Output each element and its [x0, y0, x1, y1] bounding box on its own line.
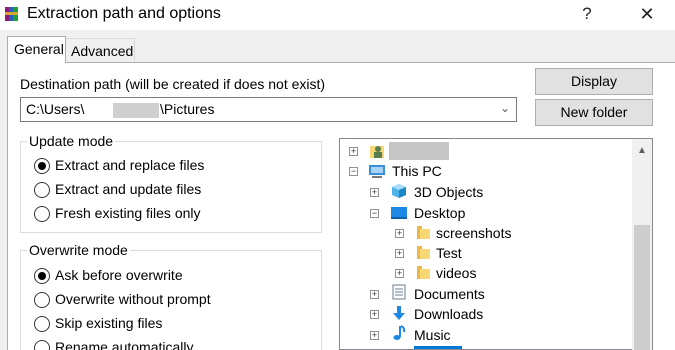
- radio-label: Overwrite without prompt: [55, 291, 211, 307]
- tree-item-label: videos: [436, 265, 477, 281]
- tree-item-label: Documents: [414, 286, 485, 302]
- chevron-down-icon[interactable]: ⌄: [500, 101, 510, 115]
- tree-item-desktop[interactable]: − Desktop: [340, 203, 640, 223]
- destination-path-suffix: \Pictures: [160, 101, 215, 117]
- tab-advanced[interactable]: Advanced: [66, 38, 135, 61]
- tree-item-documents[interactable]: + Documents: [340, 284, 640, 304]
- documents-icon: [392, 284, 406, 300]
- downloads-icon: [393, 306, 405, 320]
- redacted-user-name: [389, 142, 449, 160]
- radio-button-selected[interactable]: [34, 158, 50, 174]
- tree-item-selected[interactable]: [414, 346, 462, 349]
- tree-item-screenshots[interactable]: + screenshots: [340, 223, 640, 243]
- radio-button[interactable]: [34, 182, 50, 198]
- tree-item-label: This PC: [392, 163, 442, 179]
- scroll-thumb[interactable]: [634, 225, 650, 350]
- expand-icon[interactable]: +: [370, 290, 379, 299]
- collapse-icon[interactable]: −: [370, 209, 379, 218]
- radio-label: Extract and update files: [55, 181, 202, 197]
- folder-icon: [417, 266, 430, 279]
- destination-path-label: Destination path (will be created if doe…: [20, 76, 326, 92]
- radio-label: Skip existing files: [55, 315, 163, 331]
- expand-icon[interactable]: +: [395, 269, 404, 278]
- folder-tree[interactable]: + − This PC + 3D Objects − Desktop + scr…: [339, 138, 653, 350]
- radio-button[interactable]: [34, 206, 50, 222]
- expand-icon[interactable]: +: [370, 188, 379, 197]
- tree-item-downloads[interactable]: + Downloads: [340, 304, 640, 324]
- tree-item-3d-objects[interactable]: + 3D Objects: [340, 182, 640, 202]
- scroll-up-icon[interactable]: ▲: [632, 145, 652, 156]
- display-button[interactable]: Display: [535, 68, 653, 95]
- destination-path-prefix: C:\Users\: [26, 101, 85, 117]
- destination-path-combobox[interactable]: C:\Users\ \Pictures ⌄: [20, 97, 517, 122]
- tree-item-label: Downloads: [414, 306, 484, 322]
- tree-item-this-pc[interactable]: − This PC: [340, 161, 640, 181]
- radio-button[interactable]: [34, 292, 50, 308]
- window-title: Extraction path and options: [27, 5, 221, 22]
- desktop-icon: [391, 207, 407, 219]
- redacted-username: [113, 103, 159, 118]
- radio-label: Ask before overwrite: [55, 267, 183, 283]
- tree-item-music[interactable]: + Music: [340, 325, 640, 345]
- tree-item-label: Desktop: [414, 205, 466, 221]
- tree-item-label: Music: [414, 327, 451, 343]
- update-mode-caption: Update mode: [27, 133, 116, 149]
- tree-item-user[interactable]: +: [340, 141, 640, 161]
- 3d-objects-icon: [392, 184, 406, 198]
- folder-icon: [417, 246, 430, 259]
- expand-icon[interactable]: +: [370, 331, 379, 340]
- radio-button[interactable]: [34, 340, 50, 350]
- close-button[interactable]: ✕: [624, 0, 670, 30]
- winrar-app-icon: [5, 7, 18, 21]
- expand-icon[interactable]: +: [349, 147, 358, 156]
- music-icon: [393, 325, 406, 340]
- radio-button[interactable]: [34, 316, 50, 332]
- radio-label: Fresh existing files only: [55, 205, 201, 221]
- tree-item-test[interactable]: + Test: [340, 243, 640, 263]
- radio-button-selected[interactable]: [34, 268, 50, 284]
- tree-item-label: 3D Objects: [414, 184, 484, 200]
- folder-icon: [417, 226, 430, 239]
- radio-label: Extract and replace files: [55, 157, 205, 173]
- overwrite-mode-caption: Overwrite mode: [27, 242, 130, 258]
- user-icon: [370, 146, 384, 158]
- expand-icon[interactable]: +: [395, 229, 404, 238]
- collapse-icon[interactable]: −: [349, 167, 358, 176]
- tree-item-videos[interactable]: + videos: [340, 263, 640, 283]
- tree-scrollbar[interactable]: ▲: [632, 139, 652, 350]
- tree-item-label: screenshots: [436, 225, 512, 241]
- radio-label: Rename automatically: [55, 339, 194, 350]
- help-button[interactable]: ?: [570, 0, 604, 30]
- tab-general[interactable]: General: [7, 36, 66, 63]
- new-folder-button[interactable]: New folder: [535, 99, 653, 126]
- expand-icon[interactable]: +: [395, 249, 404, 258]
- expand-icon[interactable]: +: [370, 310, 379, 319]
- tree-item-label: Test: [436, 245, 462, 261]
- pc-icon: [369, 165, 385, 178]
- title-bar: Extraction path and options ? ✕: [0, 0, 675, 30]
